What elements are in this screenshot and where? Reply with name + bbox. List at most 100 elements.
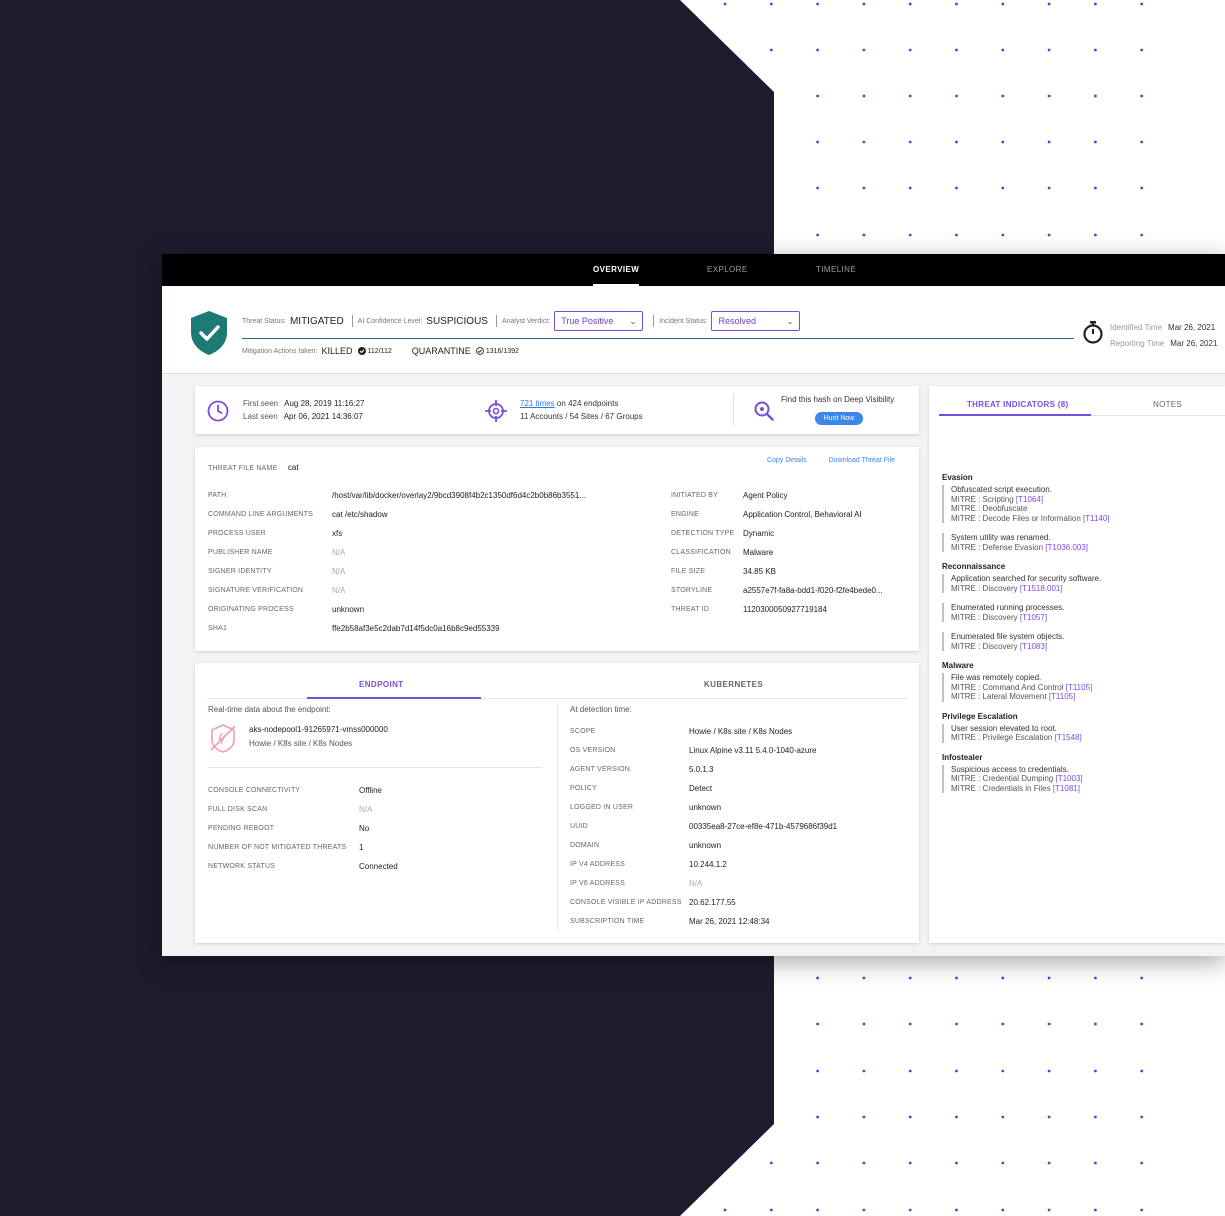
tab-threat-indicators[interactable]: THREAT INDICATORS (8) [967,400,1068,409]
indicator-item: User session elevated to root. MITRE : Pr… [942,723,1217,743]
mitre-technique-link[interactable]: [T1003] [1055,774,1082,783]
threat-status-label: Threat Status: [242,317,286,325]
endpoint-name[interactable]: aks-nodepool1-91265971-vmss000000 [249,725,388,734]
detail-label: DOMAIN [570,842,600,849]
threat-file-name: THREAT FILE NAME cat [208,457,299,475]
mitre-technique: MITRE : Credential Dumping [T1003] [951,774,1217,784]
time-info: Identified Time Mar 26, 2021 Reporting Ti… [1110,320,1217,352]
divider [495,315,497,327]
detail-row: OS VERSION Linux Alpine v3.11 5.4.0-1040-… [570,746,930,758]
tab-endpoint[interactable]: ENDPOINT [359,680,404,689]
stopwatch-icon [1083,321,1103,344]
quarantine-label: QUARANTINE [411,346,471,356]
mitre-text: MITRE : Decode Files or Information [951,513,1084,523]
mitre-text: MITRE : Privilege Escalation [951,733,1055,742]
killed-label: KILLED [321,346,353,356]
analyst-verdict-dropdown[interactable]: True Positive ⌄ [554,311,644,331]
divider [653,315,655,327]
mitre-technique-link[interactable]: [T1105] [1049,692,1076,701]
mitre-technique-link[interactable]: [T1105] [1066,683,1093,692]
mitre-technique: MITRE : Discovery [T1083] [951,642,1217,652]
detail-value: 5.0.1.3 [689,765,714,774]
tab-explore[interactable]: EXPLORE [707,254,748,286]
indicator-category: Infostealer [942,752,983,762]
download-threat-file-link[interactable]: Download Threat File [829,457,895,464]
detail-label: AGENT VERSION [570,766,631,773]
indicator-item: Obfuscated script execution. MITRE : Scri… [942,485,1217,523]
incident-status-dropdown[interactable]: Resolved ⌄ [711,311,801,331]
hunt-now-button[interactable]: Hunt Now [815,412,863,425]
detail-label: PROCESS USER [208,530,267,537]
mitre-technique-link[interactable]: [T1057] [1020,613,1047,622]
copy-details-link[interactable]: Copy Details [767,457,807,464]
detail-value: unknown [689,803,722,812]
pattern-dot [1047,48,1051,52]
indicator-title: Enumerated running processes. [951,603,1065,612]
pattern-dot [862,140,866,144]
mitre-technique-link[interactable]: [T1081] [1053,784,1080,793]
chevron-down-icon: ⌄ [629,316,637,326]
detail-row: LOGGED IN USER unknown [570,803,930,815]
indicator-category: Privilege Escalation [942,711,1018,721]
mitre-technique-link[interactable]: [T1548] [1055,733,1082,742]
pattern-dot [1094,48,1097,52]
tab-notes[interactable]: NOTES [1153,400,1182,409]
detail-row: NUMBER OF NOT MITIGATED THREATS 1 [208,843,568,855]
detail-label: IP V6 ADDRESS [570,880,625,887]
pattern-dot [1140,1022,1144,1026]
detail-label: COMMAND LINE ARGUMENTS [208,511,314,518]
pattern-dot [1140,976,1144,980]
detail-row: UUID 00335ea8-27ce-ef8e-471b-4579686f39d1 [570,822,930,834]
mitre-technique-link[interactable]: [T1140] [1083,514,1110,523]
detail-value: Mar 26, 2021 12:48:34 [689,917,770,926]
tab-kubernetes[interactable]: KUBERNETES [704,680,763,689]
mitre-technique-link[interactable]: [T1518.001] [1020,584,1063,593]
detail-label: OS VERSION [570,747,616,754]
pattern-dot [1094,1115,1097,1119]
detail-label: IP V4 ADDRESS [570,861,625,868]
mitre-technique-link[interactable]: [T1036.003] [1045,543,1088,552]
mitre-text: MITRE : Discovery [951,583,1020,593]
pattern-dot [908,140,912,144]
detail-value: Howie / K8s site / K8s Nodes [689,727,793,736]
reporting-time-label: Reporting Time [1110,339,1165,348]
pattern-dot [1140,233,1144,237]
indicator-item: Application searched for security softwa… [942,574,1217,593]
detail-label: ENGINE [671,511,700,518]
pattern-dot [908,1069,912,1073]
mitre-technique: MITRE : Discovery [T1057] [951,613,1217,623]
tab-overview[interactable]: OVERVIEW [593,254,640,286]
detail-row: SUBSCRIPTION TIME Mar 26, 2021 12:48:34 [570,917,930,929]
threat-status-value: MITIGATED [289,315,344,327]
pattern-dot [1140,186,1144,190]
mitre-technique-link[interactable]: [T1083] [1020,642,1047,651]
pattern-dot [1001,1115,1005,1119]
mitre-technique: MITRE : Scripting [T1064] [951,495,1217,505]
occurrences-link[interactable]: 721 times [520,399,555,408]
indicator-title: File was remotely copied. [951,673,1042,682]
detail-label: PATH [208,492,227,499]
pattern-dot [955,1115,958,1119]
divider [351,315,353,327]
indicator-list: Evasion Obfuscated script execution. MITRE… [942,464,1217,803]
pattern-dot [1047,1022,1051,1026]
pattern-dot [1001,1161,1005,1165]
detail-label: STORYLINE [671,587,713,594]
header-divider [242,338,1074,339]
mitre-text: MITRE : Lateral Movement [951,692,1049,701]
quarantine-count: 1316/1392 [485,347,519,355]
tab-timeline[interactable]: TIMELINE [816,254,856,286]
detail-value: xfs [332,529,343,538]
detail-row: POLICY Detect [570,784,930,796]
detail-row: SIGNATURE VERIFICATION N/A [208,586,568,598]
detail-value: Offline [359,786,382,795]
mitre-technique: MITRE : Defense Evasion [T1036.003] [951,543,1217,553]
seen-panel: First seen Aug 28, 2019 11:16:27 Last see… [195,386,919,434]
pattern-dot [955,976,958,980]
mitre-technique: MITRE : Credentials in Files [T1081] [951,784,1217,794]
mitre-technique-link[interactable]: [T1064] [1016,495,1043,504]
check-circle-icon [357,347,366,355]
detail-value: N/A [689,879,703,888]
active-tab-indicator [939,414,1091,416]
pattern-dot [1140,1115,1144,1119]
